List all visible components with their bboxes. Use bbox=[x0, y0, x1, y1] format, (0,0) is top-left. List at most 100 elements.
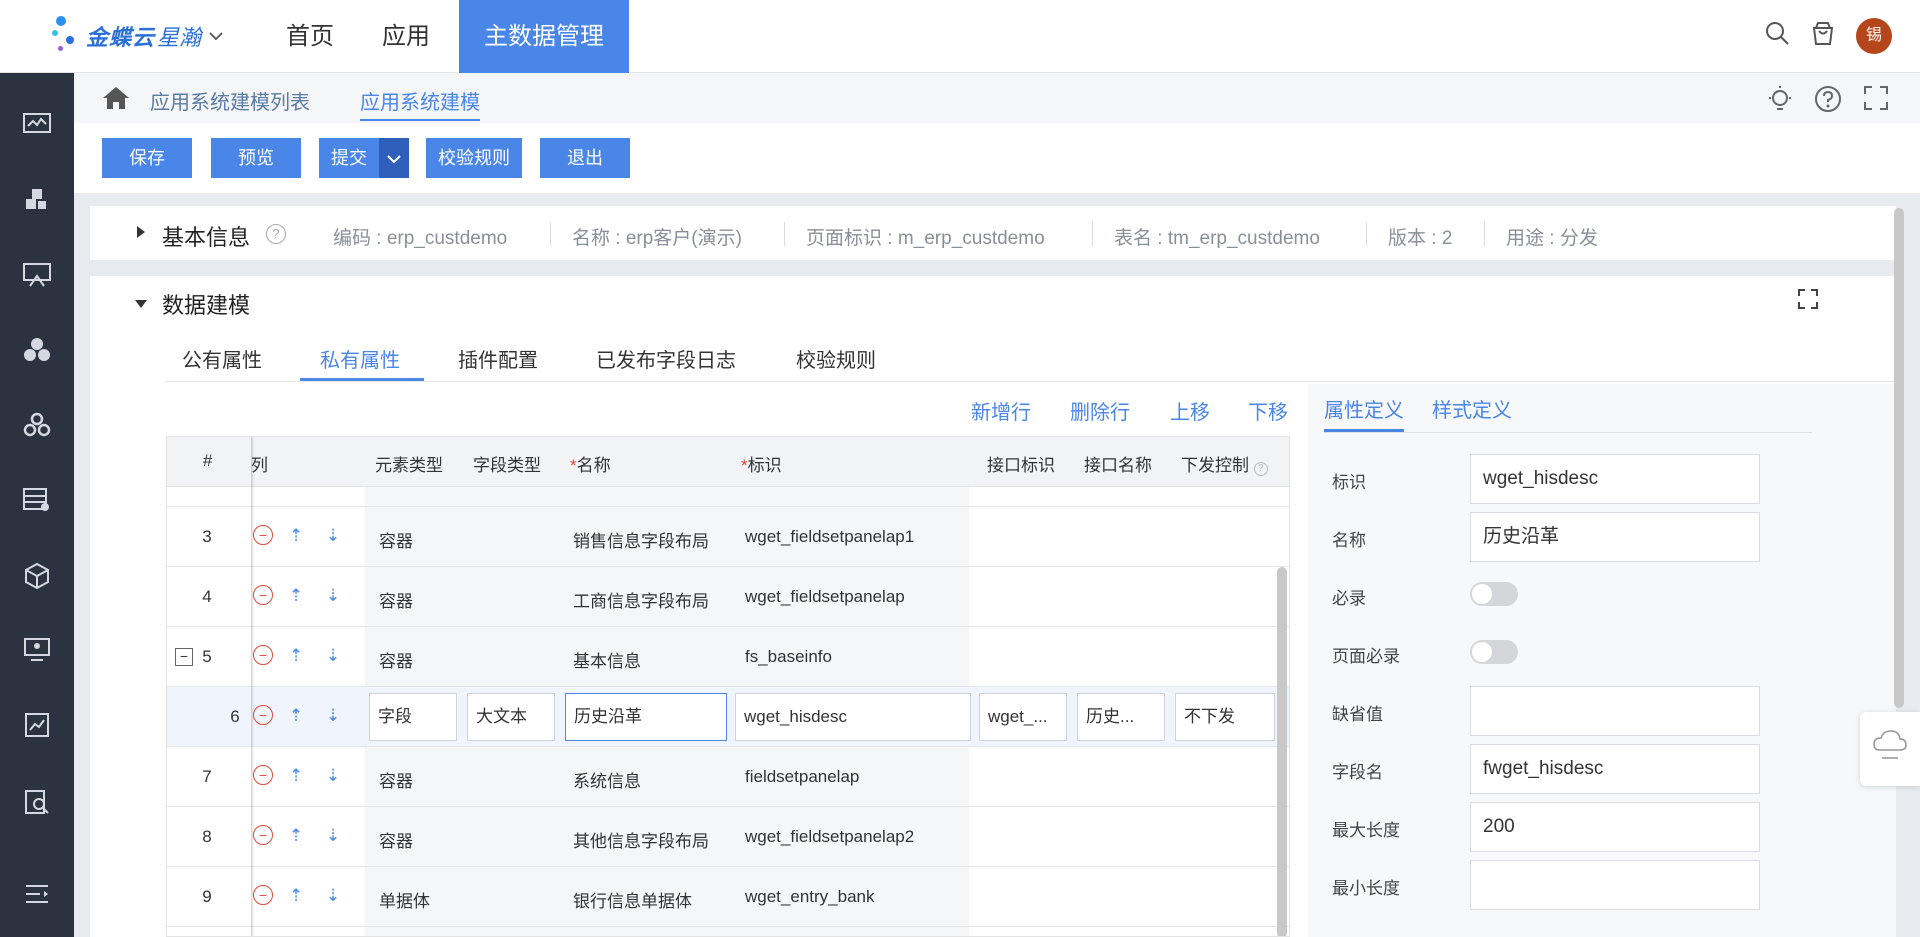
puzzle-icon[interactable] bbox=[21, 187, 53, 219]
preview-button[interactable]: 预览 bbox=[211, 138, 301, 178]
search-icon[interactable] bbox=[1762, 20, 1792, 50]
key-input[interactable]: wget_hisdesc bbox=[735, 693, 971, 741]
tab-plugin-config[interactable]: 插件配置 bbox=[458, 344, 538, 373]
nav-apps[interactable]: 应用 bbox=[368, 0, 444, 73]
prop-min-len-input[interactable] bbox=[1470, 860, 1760, 910]
table-row[interactable]: 3 − ⇡ ⇣ 容器 销售信息字段布局 wget_fieldsetpanelap… bbox=[167, 507, 1289, 567]
chevron-down-icon[interactable] bbox=[209, 28, 223, 44]
data-model-title[interactable]: 数据建模 bbox=[162, 288, 250, 320]
delete-circle-icon[interactable]: − bbox=[253, 525, 273, 545]
field-type-input[interactable]: 大文本 bbox=[467, 693, 555, 741]
table-row[interactable]: 7 − ⇡ ⇣ 容器 系统信息 fieldsetpanelap bbox=[167, 747, 1289, 807]
table-row-selected[interactable]: 6 − ⇡ ⇣ 字段 大文本 历史沿革 wget_hisdesc wget_..… bbox=[167, 687, 1289, 747]
top-bar: 金蝶云 星瀚 首页 应用 主数据管理 锡 bbox=[0, 0, 1920, 73]
validate-rules-button[interactable]: 校验规则 bbox=[426, 138, 522, 178]
breadcrumb-current[interactable]: 应用系统建模 bbox=[360, 86, 480, 121]
help-icon[interactable]: ? bbox=[266, 224, 286, 244]
tab-attr-definition[interactable]: 属性定义 bbox=[1324, 394, 1404, 432]
data-model-panel: 数据建模 公有属性 私有属性 插件配置 已发布字段日志 校验规则 新增行 删除行… bbox=[90, 276, 1896, 937]
move-down-icon[interactable]: ⇣ bbox=[322, 885, 344, 907]
tab-public-attrs[interactable]: 公有属性 bbox=[182, 344, 262, 373]
caret-right-icon[interactable] bbox=[136, 225, 146, 242]
submit-button[interactable]: 提交 bbox=[319, 138, 379, 178]
avatar[interactable]: 锡 bbox=[1856, 18, 1892, 54]
nav-master-data[interactable]: 主数据管理 bbox=[459, 0, 629, 73]
dispatch-select[interactable]: 不下发 bbox=[1175, 693, 1275, 741]
bag-icon[interactable] bbox=[1808, 20, 1838, 50]
help-icon[interactable] bbox=[1814, 85, 1842, 113]
fullscreen-icon[interactable] bbox=[1862, 85, 1890, 113]
delete-circle-icon[interactable]: − bbox=[253, 585, 273, 605]
move-up-icon[interactable]: ⇡ bbox=[285, 645, 307, 667]
page-vertical-scrollbar[interactable] bbox=[1894, 208, 1904, 708]
table-row[interactable]: 9 − ⇡ ⇣ 单据体 银行信息单据体 wget_entry_bank bbox=[167, 867, 1289, 927]
move-up-icon[interactable]: ⇡ bbox=[285, 765, 307, 787]
delete-circle-icon[interactable]: − bbox=[253, 885, 273, 905]
add-row-button[interactable]: 新增行 bbox=[971, 396, 1031, 425]
delete-circle-icon[interactable]: − bbox=[253, 705, 273, 725]
move-down-icon[interactable]: ⇣ bbox=[322, 825, 344, 847]
delete-row-button[interactable]: 删除行 bbox=[1070, 396, 1130, 425]
table-row[interactable]: 8 − ⇡ ⇣ 容器 其他信息字段布局 wget_fieldsetpanelap… bbox=[167, 807, 1289, 867]
nav-home[interactable]: 首页 bbox=[272, 0, 348, 73]
move-up-icon[interactable]: ⇡ bbox=[285, 705, 307, 727]
move-down-icon[interactable]: ⇣ bbox=[322, 645, 344, 667]
tab-style-definition[interactable]: 样式定义 bbox=[1432, 394, 1512, 423]
prop-name-input[interactable]: 历史沿革 bbox=[1470, 512, 1760, 562]
table-settings-icon[interactable] bbox=[21, 487, 53, 519]
grid-vertical-scrollbar[interactable] bbox=[1277, 567, 1287, 936]
move-down-icon[interactable]: ⇣ bbox=[322, 585, 344, 607]
presentation-icon[interactable] bbox=[21, 262, 53, 294]
cluster-icon[interactable] bbox=[21, 337, 53, 369]
app-logo[interactable]: 金蝶云 星瀚 bbox=[52, 14, 223, 58]
bulb-icon[interactable] bbox=[1766, 85, 1794, 113]
monitor-chart-icon[interactable] bbox=[21, 112, 53, 144]
move-up-icon[interactable]: ⇡ bbox=[285, 585, 307, 607]
prop-default-input[interactable] bbox=[1470, 686, 1760, 736]
prop-page-required-toggle[interactable] bbox=[1470, 640, 1518, 664]
breadcrumb-list[interactable]: 应用系统建模列表 bbox=[150, 86, 310, 115]
gears-cluster-icon[interactable] bbox=[21, 412, 53, 444]
tab-published-log[interactable]: 已发布字段日志 bbox=[596, 344, 736, 373]
delete-circle-icon[interactable]: − bbox=[253, 765, 273, 785]
clipboard-search-icon[interactable] bbox=[21, 787, 53, 819]
tab-validate-rules[interactable]: 校验规则 bbox=[796, 344, 876, 373]
prop-field-name-input[interactable]: fwget_hisdesc bbox=[1470, 744, 1760, 794]
caret-down-icon[interactable] bbox=[134, 296, 148, 312]
basic-info-title[interactable]: 基本信息 bbox=[162, 220, 250, 252]
move-down-icon[interactable]: ⇣ bbox=[322, 525, 344, 547]
delete-circle-icon[interactable]: − bbox=[253, 645, 273, 665]
table-row[interactable]: − 5 − ⇡ ⇣ 容器 基本信息 fs_baseinfo bbox=[167, 627, 1289, 687]
row-number: 4 bbox=[202, 587, 212, 606]
move-down-icon[interactable]: ⇣ bbox=[322, 705, 344, 727]
prop-max-len-input[interactable]: 200 bbox=[1470, 802, 1760, 852]
move-down-button[interactable]: 下移 bbox=[1248, 396, 1288, 425]
exit-button[interactable]: 退出 bbox=[540, 138, 630, 178]
collapse-icon[interactable]: − bbox=[175, 648, 193, 666]
screen-user-icon[interactable] bbox=[21, 637, 53, 669]
name-input[interactable]: 历史沿革 bbox=[565, 693, 727, 741]
cube-icon[interactable] bbox=[21, 562, 53, 594]
move-up-icon[interactable]: ⇡ bbox=[285, 825, 307, 847]
move-up-button[interactable]: 上移 bbox=[1170, 396, 1210, 425]
prop-key-input[interactable]: wget_hisdesc bbox=[1470, 454, 1760, 504]
api-name-input[interactable]: 历史... bbox=[1077, 693, 1165, 741]
row-number: 5 bbox=[202, 647, 212, 666]
move-up-icon[interactable]: ⇡ bbox=[285, 525, 307, 547]
prop-required-toggle[interactable] bbox=[1470, 582, 1518, 606]
table-row bbox=[167, 487, 1289, 507]
element-type-input[interactable]: 字段 bbox=[369, 693, 457, 741]
submit-dropdown-button[interactable] bbox=[379, 138, 409, 178]
home-icon[interactable] bbox=[102, 85, 130, 111]
api-key-input[interactable]: wget_... bbox=[979, 693, 1067, 741]
menu-collapse-icon[interactable] bbox=[21, 882, 53, 914]
table-row[interactable]: 4 − ⇡ ⇣ 容器 工商信息字段布局 wget_fieldsetpanelap bbox=[167, 567, 1289, 627]
delete-circle-icon[interactable]: − bbox=[253, 825, 273, 845]
save-button[interactable]: 保存 bbox=[102, 138, 192, 178]
cloud-float-button[interactable] bbox=[1860, 712, 1920, 786]
report-chart-icon[interactable] bbox=[21, 712, 53, 744]
move-down-icon[interactable]: ⇣ bbox=[322, 765, 344, 787]
move-up-icon[interactable]: ⇡ bbox=[285, 885, 307, 907]
fullscreen-icon[interactable] bbox=[1794, 288, 1822, 316]
tab-private-attrs[interactable]: 私有属性 bbox=[320, 344, 400, 373]
